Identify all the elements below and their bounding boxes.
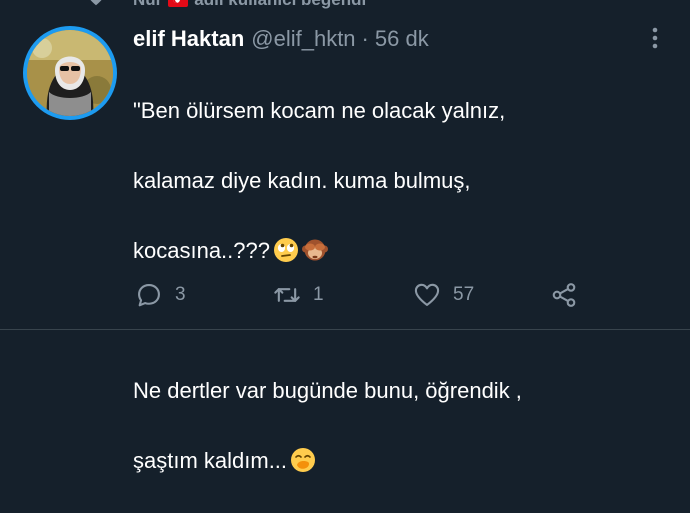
tweet-line-3: kocasına..??? [133, 238, 270, 263]
heart-icon [90, 0, 102, 6]
tweet-line-4: Ne dertler var bugünde bunu, öğrendik , [133, 378, 522, 403]
avatar-image [27, 30, 113, 116]
eye-roll-emoji-icon [273, 238, 298, 262]
display-name[interactable]: elif Haktan [133, 26, 244, 52]
retweet-button[interactable]: 1 [273, 279, 324, 311]
like-button[interactable]: 57 [413, 279, 474, 311]
tweet-actions: 3 1 57 [135, 279, 595, 311]
reply-button[interactable]: 3 [135, 279, 186, 311]
tweet-line-3-wrap: kocasına..??? [133, 233, 653, 268]
timestamp[interactable]: 56 dk [375, 26, 429, 52]
retweet-count: 1 [313, 284, 324, 305]
social-context: Nur adlı kullanıcı beğendi [133, 0, 366, 12]
reply-icon [138, 284, 160, 307]
avatar[interactable] [23, 26, 117, 120]
separator-dot: · [361, 26, 369, 51]
tweet-line-1: "Ben ölürsem kocam ne olacak yalnız, [133, 98, 506, 123]
heart-icon [414, 283, 440, 306]
tweet-line-2: kalamaz diye kadın. kuma bulmuş, [133, 168, 471, 193]
share-icon [552, 283, 576, 307]
more-vertical-icon[interactable] [650, 26, 660, 50]
share-button[interactable] [550, 279, 578, 311]
tweet-line-5: şaştım kaldım... [133, 448, 288, 473]
user-handle[interactable]: @elif_hktn [251, 26, 355, 52]
tweet-divider [0, 329, 690, 330]
tweet-header: elif Haktan @elif_hktn · 56 dk [133, 24, 429, 54]
context-text: adlı kullanıcı beğendi [194, 0, 366, 10]
tweet-line-5-wrap: şaştım kaldım... [133, 443, 653, 478]
turkey-flag-icon [168, 0, 189, 7]
see-no-evil-monkey-emoji-icon [301, 239, 328, 261]
like-count: 57 [453, 284, 475, 305]
context-user-name[interactable]: Nur [133, 0, 162, 10]
retweet-icon [274, 288, 300, 302]
hand-over-mouth-emoji-icon [291, 448, 316, 472]
reply-count: 3 [175, 284, 186, 305]
